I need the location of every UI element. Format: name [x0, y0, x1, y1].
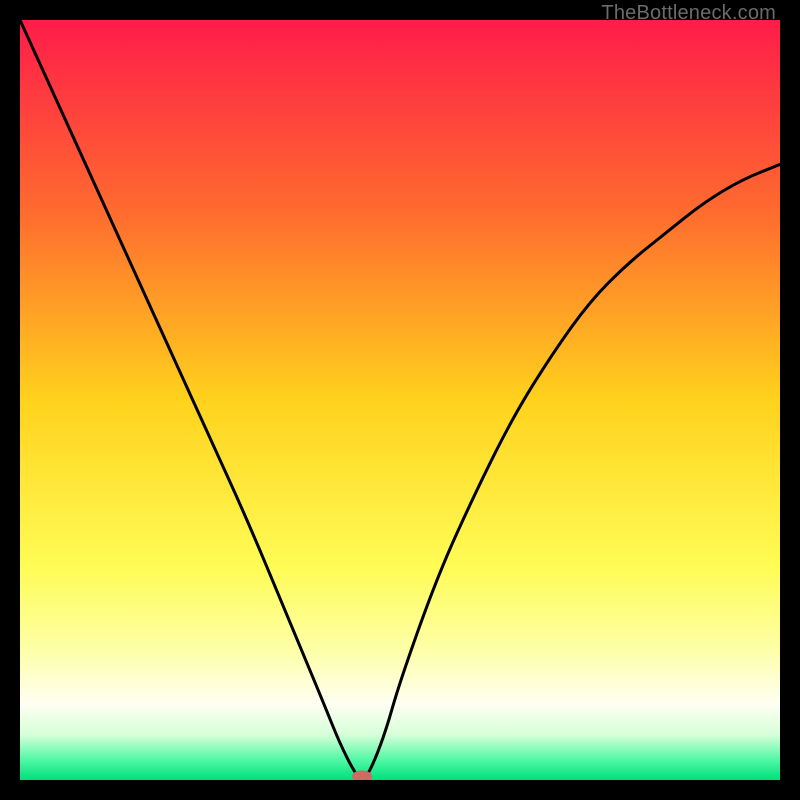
chart-frame [20, 20, 780, 780]
bottleneck-chart [20, 20, 780, 780]
plot-gradient-background [20, 20, 780, 780]
